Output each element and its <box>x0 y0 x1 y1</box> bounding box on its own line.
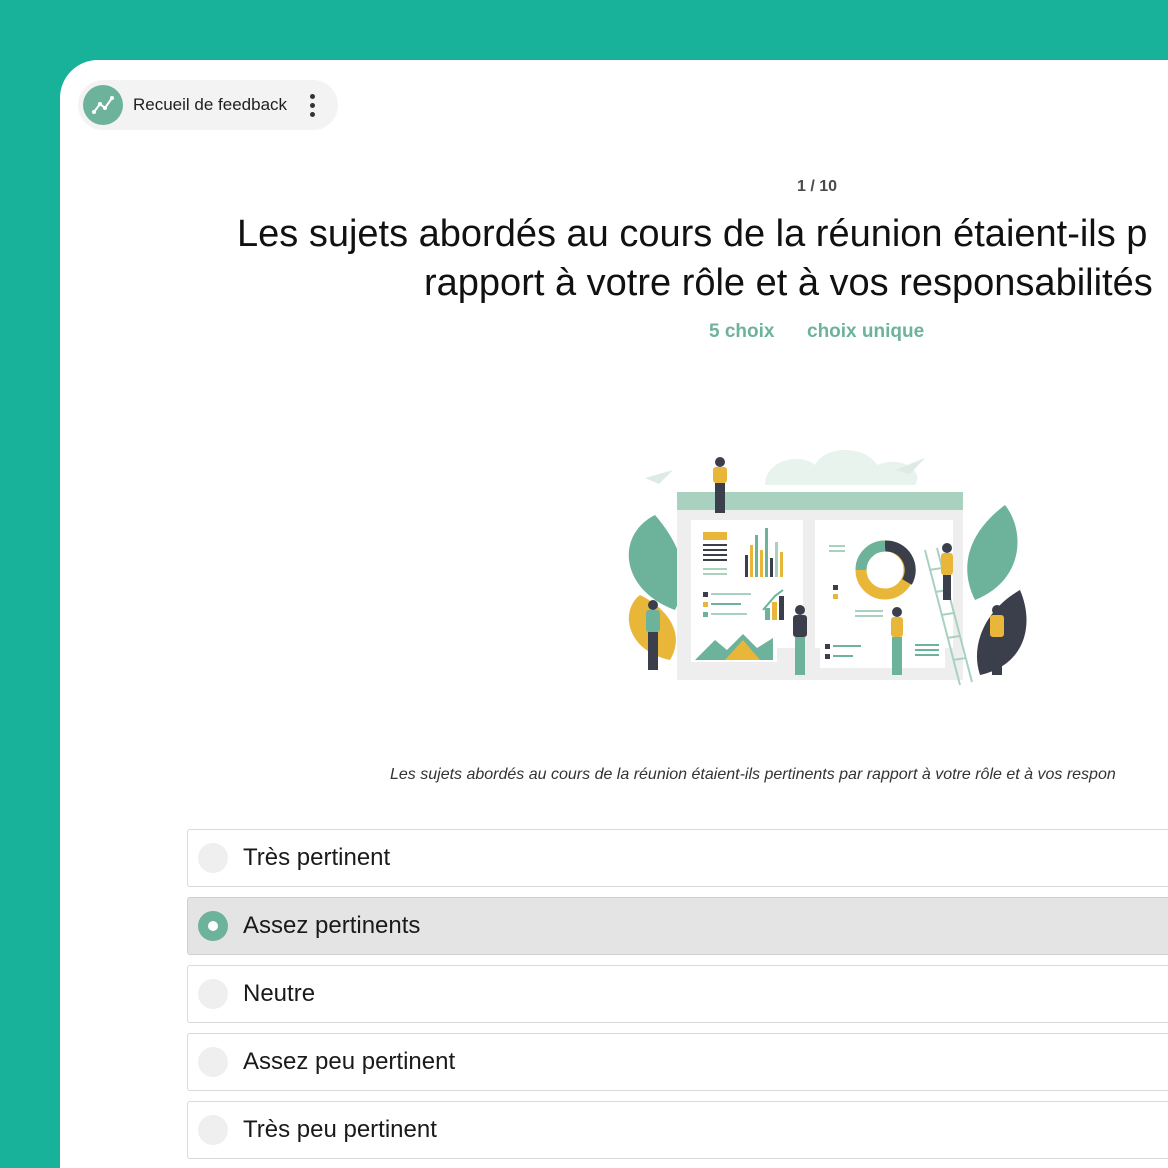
radio-button[interactable] <box>198 911 228 941</box>
choice-count: 5 choix <box>709 321 775 342</box>
option-label: Assez peu pertinent <box>243 1048 456 1075</box>
radio-button[interactable] <box>198 1047 228 1077</box>
option-neutre[interactable]: Neutre <box>187 965 1168 1023</box>
dashboard-illustration <box>628 450 1027 686</box>
radio-button[interactable] <box>198 979 228 1009</box>
option-label: Assez pertinents <box>243 912 421 939</box>
choice-type: choix unique <box>807 321 925 342</box>
option-assez-peu-pertinent[interactable]: Assez peu pertinent <box>187 1033 1168 1091</box>
question-title-line-1: Les sujets abordés au cours de la réunio… <box>237 213 1148 255</box>
app-title: Recueil de feedback <box>133 95 288 114</box>
kebab-menu-icon[interactable] <box>305 90 319 120</box>
option-tres-peu-pertinent[interactable]: Très peu pertinent <box>187 1101 1168 1159</box>
radio-button[interactable] <box>198 843 228 873</box>
app-header-pill: Recueil de feedback <box>78 80 338 130</box>
options-list: Très pertinent Assez pertinents Neutre A… <box>187 829 1168 1168</box>
trend-line-icon <box>83 85 123 125</box>
option-label: Très peu pertinent <box>243 1116 437 1143</box>
question-caption: Les sujets abordés au cours de la réunio… <box>390 766 1116 783</box>
option-assez-pertinents[interactable]: Assez pertinents <box>187 897 1168 955</box>
option-label: Neutre <box>243 980 316 1007</box>
option-tres-pertinent[interactable]: Très pertinent <box>187 829 1168 887</box>
survey-card: Recueil de feedback 1 / 10 Les sujets ab… <box>60 60 1168 1168</box>
radio-button[interactable] <box>198 1115 228 1145</box>
option-label: Très pertinent <box>243 844 391 871</box>
question-counter: 1 / 10 <box>796 178 838 195</box>
question-title-line-2: rapport à votre rôle et à vos responsabi… <box>424 262 1153 304</box>
